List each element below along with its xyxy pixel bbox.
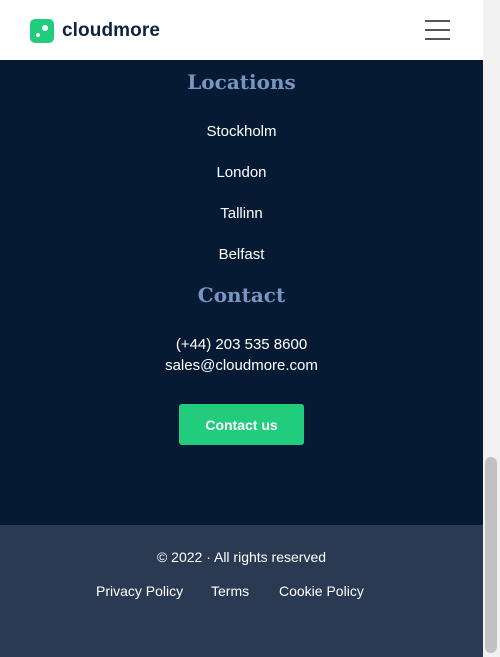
scrollbar-thumb[interactable] xyxy=(485,457,497,653)
contact-email[interactable]: sales@cloudmore.com xyxy=(0,357,483,374)
location-item: London xyxy=(216,164,267,181)
location-item: Belfast xyxy=(218,246,265,263)
hamburger-menu-icon[interactable] xyxy=(425,20,450,40)
site-header: cloudmore xyxy=(0,0,483,60)
location-item: Tallinn xyxy=(220,205,263,222)
terms-link[interactable]: Terms xyxy=(211,583,249,599)
vertical-scrollbar[interactable] xyxy=(483,0,500,657)
contact-heading: Contact xyxy=(197,283,286,307)
footer-info-section: Locations Stockholm London Tallinn Belfa… xyxy=(0,60,483,525)
locations-heading: Locations xyxy=(187,70,296,94)
cloudmore-logo-icon xyxy=(30,19,54,43)
logo[interactable]: cloudmore xyxy=(30,19,160,43)
copyright-text: © 2022 · All rights reserved xyxy=(156,549,327,565)
logo-text: cloudmore xyxy=(62,20,161,41)
privacy-policy-link[interactable]: Privacy Policy xyxy=(96,583,183,599)
bottom-footer: © 2022 · All rights reserved Privacy Pol… xyxy=(0,525,483,657)
page: cloudmore Locations Stockholm London Tal… xyxy=(0,0,483,657)
contact-phone[interactable]: (+44) 203 535 8600 xyxy=(0,336,483,353)
contact-us-button[interactable]: Contact us xyxy=(179,404,304,445)
location-item: Stockholm xyxy=(206,123,277,140)
cookie-policy-link[interactable]: Cookie Policy xyxy=(279,583,364,599)
